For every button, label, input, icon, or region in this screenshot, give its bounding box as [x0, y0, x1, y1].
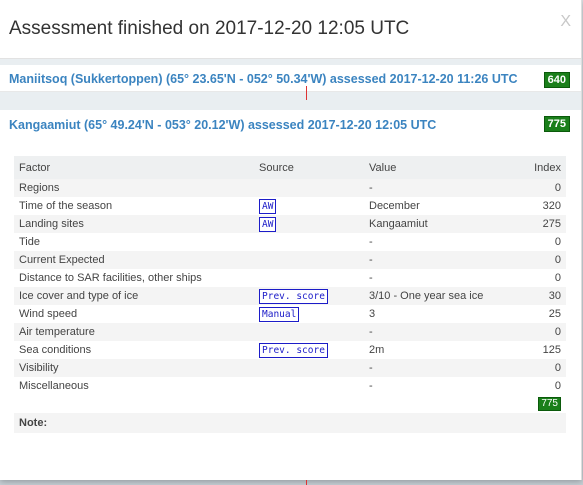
factor-cell: Wind speed [19, 308, 78, 320]
column-header-index: Index [514, 156, 566, 179]
dialog-title: Assessment finished on 2017-12-20 12:05 … [9, 18, 410, 39]
value-cell: Kangaamiut [364, 215, 514, 233]
map-route-line [306, 86, 307, 100]
index-cell: 0 [554, 236, 561, 248]
index-cell: 0 [514, 359, 566, 377]
table-row: Air temperature -0 [14, 323, 566, 341]
source-cell [254, 233, 364, 251]
total-spacer [14, 395, 514, 413]
source-cell [254, 377, 364, 395]
value-cell: - [369, 236, 373, 248]
value-cell: - [364, 359, 514, 377]
source-tag[interactable]: Prev. score [259, 342, 328, 358]
total-score-badge: 775 [538, 397, 561, 411]
table-header-row: Factor Source Value Index [14, 156, 566, 179]
index-cell: 0 [514, 323, 566, 341]
table-row: Current Expected -0 [14, 251, 566, 269]
table-row: Regions -0 [14, 179, 566, 197]
value-cell: - [364, 251, 514, 269]
value-cell: 3 [369, 308, 376, 320]
value-cell: 3/10 - One year sea ice [364, 287, 514, 305]
close-icon[interactable]: X [560, 13, 571, 31]
index-cell: 0 [554, 380, 561, 392]
note-row: Note: [14, 413, 566, 433]
source-tag[interactable]: Manual [259, 306, 300, 322]
column-header-source: Source [254, 156, 364, 179]
factor-cell: Current Expected [14, 251, 254, 269]
source-cell: AW [254, 197, 364, 215]
score-badge: 640 [543, 72, 570, 88]
column-header-factor: Factor [14, 156, 254, 179]
index-cell: 125 [542, 344, 561, 356]
table-row: Time of the season AW December 320 [14, 197, 566, 215]
assessment-row: Kangaamiut (65° 49.24'N - 053° 20.12'W) … [0, 114, 581, 136]
factor-cell: Regions [14, 179, 254, 197]
factor-cell: Ice cover and type of ice [14, 287, 254, 305]
assessment-dialog: Assessment finished on 2017-12-20 12:05 … [0, 0, 582, 480]
index-cell: 320 [542, 200, 561, 212]
index-cell: 0 [514, 251, 566, 269]
table-row: Visibility -0 [14, 359, 566, 377]
source-cell [254, 269, 364, 287]
map-route-line [306, 480, 307, 485]
dialog-header: Assessment finished on 2017-12-20 12:05 … [0, 0, 581, 59]
index-cell: 0 [514, 179, 566, 197]
table-row: Landing sites AW Kangaamiut 275 [14, 215, 566, 233]
table-row: Tide - 0 [14, 233, 566, 251]
index-cell: 25 [548, 308, 561, 320]
source-cell: AW [254, 215, 364, 233]
source-cell [254, 251, 364, 269]
total-cell: 775 [514, 395, 566, 413]
table-row: Miscellaneous - 0 [14, 377, 566, 395]
value-cell: - [369, 272, 373, 284]
value-cell: - [364, 323, 514, 341]
note-label: Note: [14, 413, 566, 433]
source-cell [254, 359, 364, 377]
table-row: Distance to SAR facilities, other ships -… [14, 269, 566, 287]
index-cell: 275 [514, 215, 566, 233]
factor-cell: Time of the season [19, 200, 113, 212]
factor-cell: Tide [19, 236, 40, 248]
column-header-value: Value [364, 156, 514, 179]
factor-table-container: Factor Source Value Index Regions -0 Time … [14, 156, 566, 433]
source-tag[interactable]: Prev. score [259, 288, 328, 304]
source-cell: Prev. score [254, 287, 364, 305]
value-cell: - [369, 380, 373, 392]
divider [0, 92, 581, 110]
table-row: Ice cover and type of ice Prev. score 3/10… [14, 287, 566, 305]
score-badge: 775 [543, 116, 570, 132]
assessment-link-maniitsoq[interactable]: Maniitsoq (Sukkertoppen) (65° 23.65'N - … [9, 72, 518, 86]
factor-cell: Air temperature [14, 323, 254, 341]
source-cell: Prev. score [254, 341, 364, 359]
factor-cell: Distance to SAR facilities, other ships [19, 272, 202, 284]
assessment-link-kangaamiut[interactable]: Kangaamiut (65° 49.24'N - 053° 20.12'W) … [9, 118, 436, 132]
value-cell: December [369, 200, 420, 212]
factor-cell: Miscellaneous [19, 380, 89, 392]
factor-cell: Landing sites [14, 215, 254, 233]
source-tag[interactable]: AW [259, 198, 277, 214]
index-cell: 30 [514, 287, 566, 305]
source-cell [254, 323, 364, 341]
factor-table: Factor Source Value Index Regions -0 Time … [14, 156, 566, 433]
source-cell [254, 179, 364, 197]
table-body: Regions -0 Time of the season AW December 320… [14, 179, 566, 395]
table-row: Wind speed Manual 3 25 [14, 305, 566, 323]
index-cell: 0 [554, 272, 561, 284]
table-row: Sea conditions Prev. score 2m 125 [14, 341, 566, 359]
assessment-row: Maniitsoq (Sukkertoppen) (65° 23.65'N - … [0, 65, 581, 92]
source-cell: Manual [254, 305, 364, 323]
value-cell: 2m [369, 344, 385, 356]
value-cell: - [364, 179, 514, 197]
factor-cell: Sea conditions [19, 344, 92, 356]
factor-cell: Visibility [14, 359, 254, 377]
source-tag[interactable]: AW [259, 216, 277, 232]
total-row: 775 [14, 395, 566, 413]
